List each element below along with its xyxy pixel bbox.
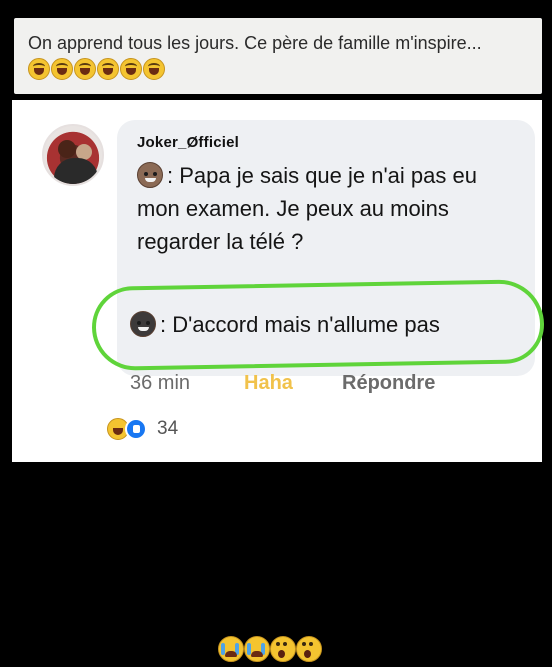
man-emoji-icon — [130, 311, 156, 337]
avatar-person-icon — [58, 140, 76, 158]
laugh-emoji-icon — [51, 58, 73, 80]
comment-message-son: : Papa je sais que je n'ai pas eu mon ex… — [137, 159, 517, 258]
like-reaction-icon — [125, 418, 147, 440]
post-caption: On apprend tous les jours. Ce père de fa… — [14, 18, 542, 94]
shocked-emoji-icon — [296, 636, 322, 662]
reaction-count: 34 — [157, 418, 179, 439]
avatar[interactable] — [42, 124, 104, 186]
laugh-emoji-icon — [74, 58, 96, 80]
boy-emoji-icon — [137, 162, 163, 188]
reply-button[interactable]: Répondre — [342, 372, 435, 395]
comment-author[interactable]: Joker_Øfficiel — [137, 134, 535, 151]
bottom-emojis — [218, 636, 322, 662]
laugh-emoji-icon — [28, 58, 50, 80]
laugh-emoji-icon — [120, 58, 142, 80]
reaction-summary[interactable]: 34 — [107, 418, 178, 440]
comment-timestamp[interactable]: 36 min — [130, 372, 244, 395]
comment-card: Joker_Øfficiel : Papa je sais que je n'a… — [12, 100, 545, 462]
crying-emoji-icon — [218, 636, 244, 662]
caption-emojis — [28, 58, 165, 80]
laugh-emoji-icon — [143, 58, 165, 80]
comment-message-son-text: : Papa je sais que je n'ai pas eu mon ex… — [137, 163, 477, 254]
shocked-emoji-icon — [270, 636, 296, 662]
laugh-emoji-icon — [97, 58, 119, 80]
crying-emoji-icon — [244, 636, 270, 662]
screenshot-frame: On apprend tous les jours. Ce père de fa… — [0, 0, 552, 667]
comment-actions: 36 min Haha Répondre — [130, 372, 435, 395]
comment-message-dad: : D'accord mais n'allume pas — [130, 310, 440, 340]
avatar-body-icon — [54, 158, 98, 184]
comment-message-dad-text: : D'accord mais n'allume pas — [160, 312, 440, 337]
caption-text: On apprend tous les jours. Ce père de fa… — [28, 33, 482, 53]
haha-reaction-button[interactable]: Haha — [244, 372, 342, 395]
